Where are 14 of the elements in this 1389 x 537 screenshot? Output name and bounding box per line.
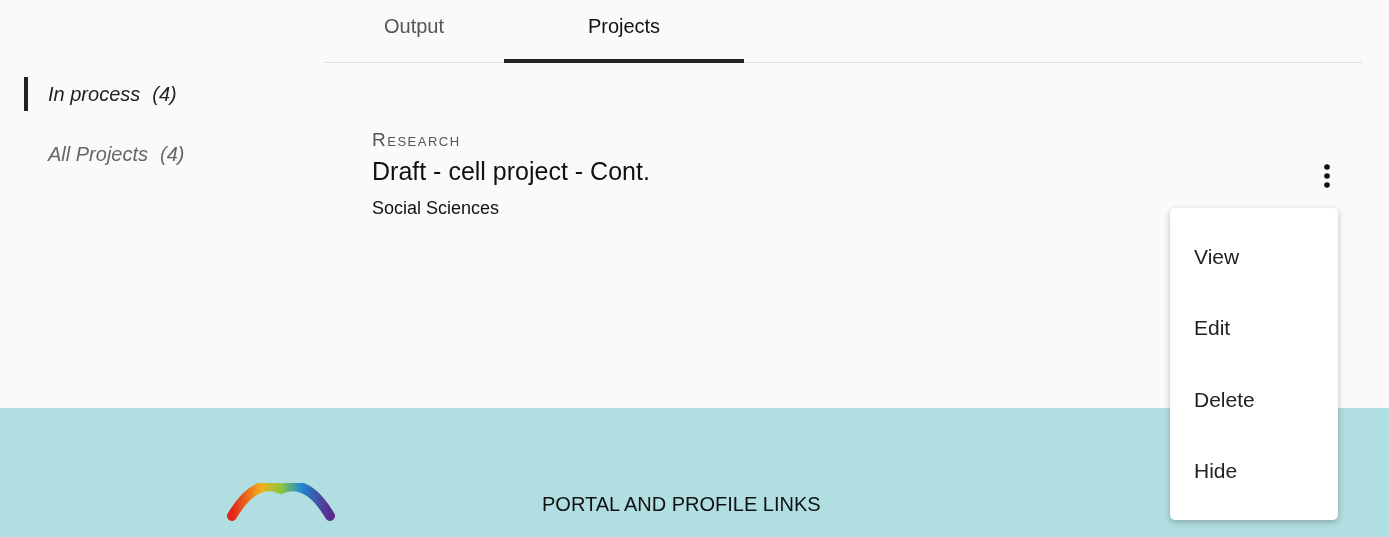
menu-item[interactable]: Edit xyxy=(1170,292,1338,364)
menu-item[interactable]: Hide xyxy=(1170,435,1338,507)
menu-item[interactable]: View xyxy=(1170,221,1338,293)
sidebar-item[interactable]: In process (4) xyxy=(24,77,324,111)
menu-item[interactable]: Delete xyxy=(1170,364,1338,436)
project-field: Social Sciences xyxy=(372,198,650,219)
sidebar-item[interactable]: All Projects (4) xyxy=(24,137,324,171)
project-category: Research xyxy=(372,129,462,151)
project-title[interactable]: Draft - cell project - Cont. xyxy=(372,157,650,186)
tab[interactable]: Output xyxy=(324,0,504,63)
rainbow-arc-icon xyxy=(225,483,337,523)
footer-heading: PORTAL AND PROFILE LINKS xyxy=(542,493,821,517)
more-options-icon[interactable] xyxy=(1322,163,1332,189)
tab[interactable]: Projects xyxy=(504,0,744,63)
